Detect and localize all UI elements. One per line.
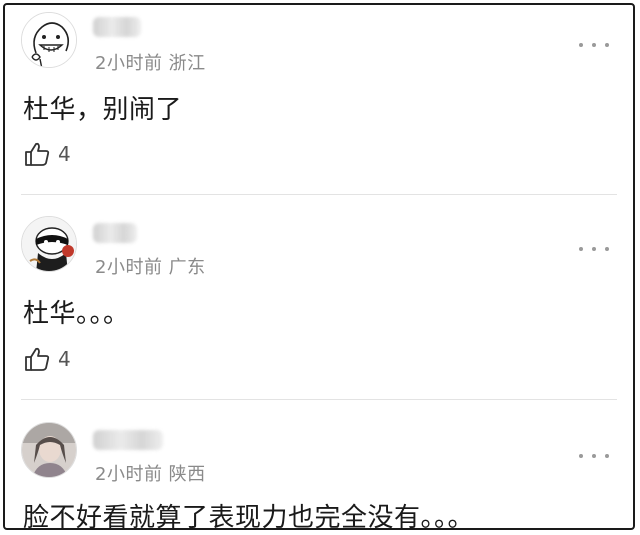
like-count: 4 — [58, 347, 71, 371]
like-button[interactable]: 4 — [24, 346, 71, 372]
comment-item: 2小时前 陕西 脸不好看就算了表现力也完全没有。。。 — [5, 400, 633, 530]
avatar[interactable] — [21, 422, 77, 478]
thumbs-up-icon — [25, 142, 50, 166]
comment-time-location: 2小时前 广东 — [95, 257, 206, 278]
comment-text: 杜华。。。 — [23, 299, 130, 329]
thumbs-up-icon — [25, 347, 50, 371]
comment-item: 2小时前 浙江 杜华，别闹了 4 — [5, 5, 633, 193]
comment-time-location: 2小时前 浙江 — [95, 53, 206, 74]
comment-time-location: 2小时前 陕西 — [95, 464, 206, 485]
more-dots-icon[interactable] — [579, 451, 609, 461]
username-blurred[interactable] — [93, 430, 163, 450]
username-blurred[interactable] — [93, 223, 137, 243]
avatar[interactable] — [21, 12, 77, 68]
comment-list: 2小时前 浙江 杜华，别闹了 4 2小时前 广东 杜华。。。 4 2小时前 陕西… — [3, 3, 635, 530]
like-button[interactable]: 4 — [24, 141, 71, 167]
avatar[interactable] — [21, 216, 77, 272]
more-dots-icon[interactable] — [579, 40, 609, 50]
like-count: 4 — [58, 142, 71, 166]
more-dots-icon[interactable] — [579, 244, 609, 254]
comment-text: 杜华，别闹了 — [23, 95, 183, 125]
comment-item: 2小时前 广东 杜华。。。 4 — [5, 195, 633, 398]
comment-text: 脸不好看就算了表现力也完全没有。。。 — [23, 503, 475, 530]
username-blurred[interactable] — [93, 17, 141, 37]
